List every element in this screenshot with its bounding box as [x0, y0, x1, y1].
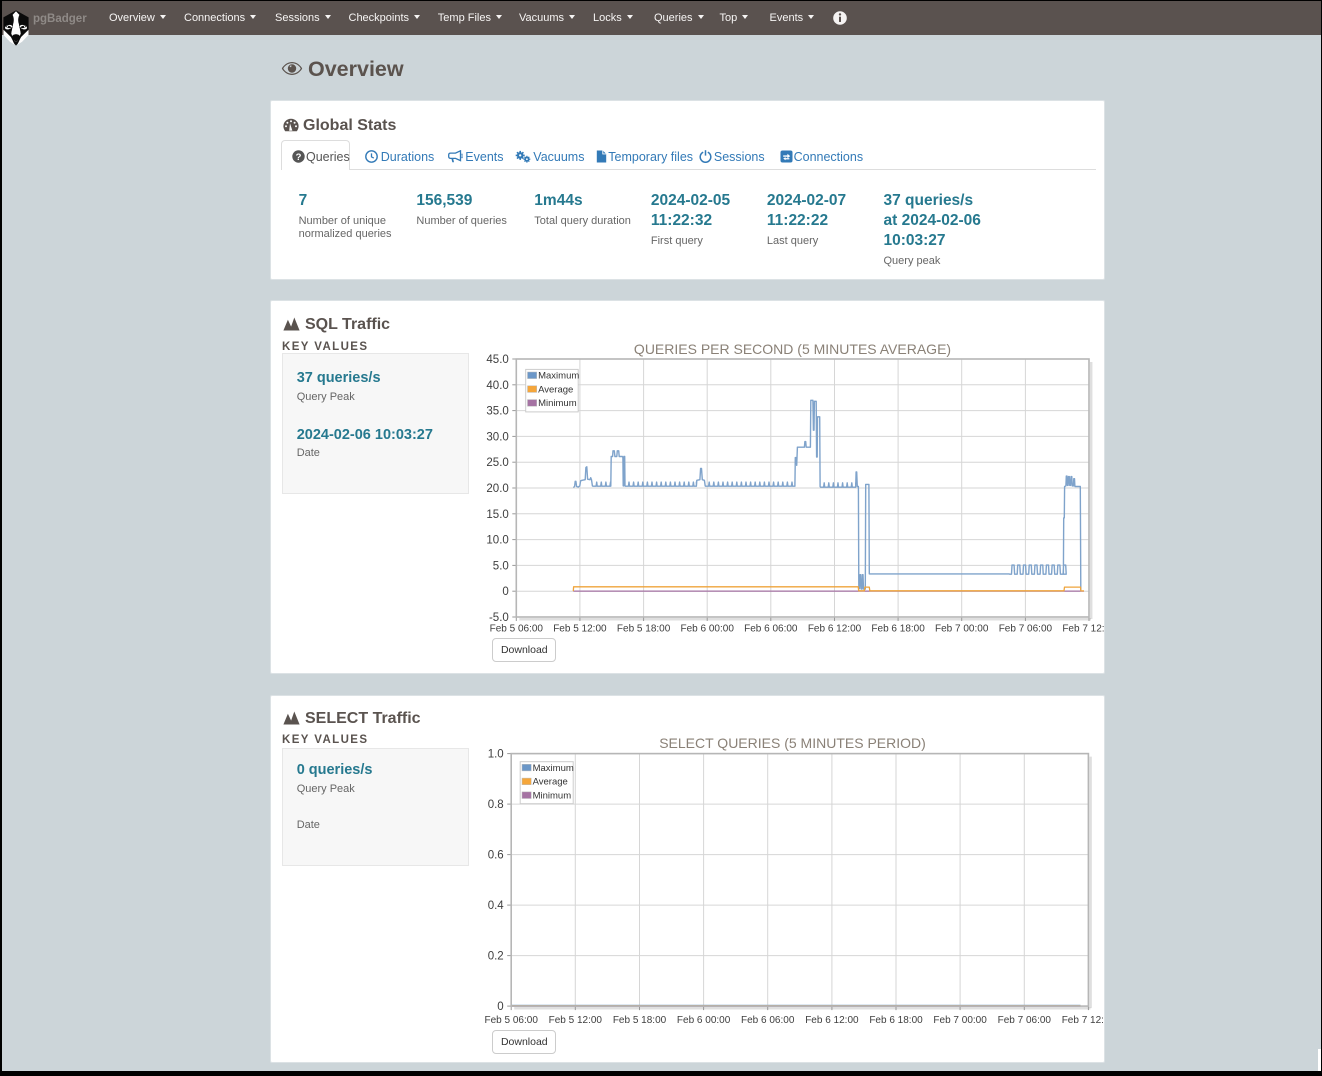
svg-text:?: ?	[295, 152, 301, 163]
